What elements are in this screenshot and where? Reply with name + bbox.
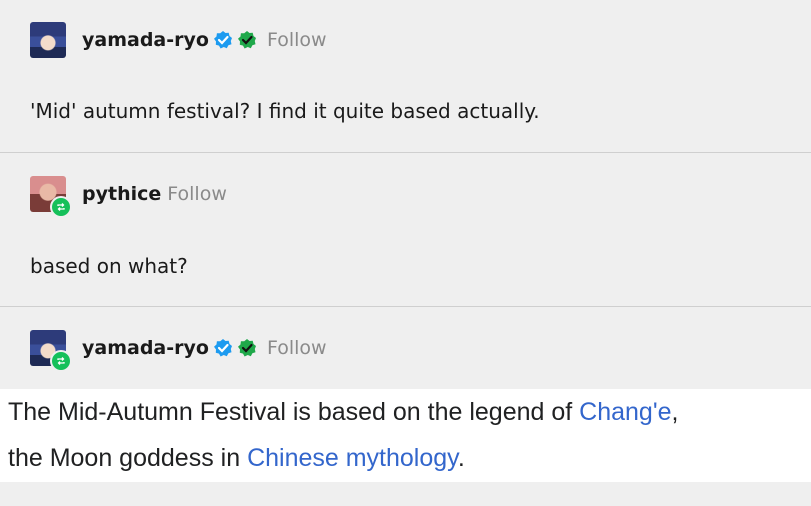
wiki-line-1: The Mid-Autumn Festival is based on the … [8, 389, 678, 435]
avatar[interactable] [30, 330, 72, 372]
blue-verified-icon [213, 31, 232, 49]
post-text: based on what? [30, 254, 188, 278]
avatar[interactable] [30, 176, 72, 218]
username[interactable]: pythice [82, 183, 161, 205]
wiki-text: . [457, 444, 465, 472]
chinese-mythology-link[interactable]: Chinese mythology [247, 444, 458, 472]
wiki-text: , [671, 398, 679, 426]
wiki-excerpt: The Mid-Autumn Festival is based on the … [0, 389, 811, 482]
changE-link[interactable]: Chang'e [579, 398, 671, 426]
avatar[interactable] [30, 22, 66, 58]
follow-button[interactable]: Follow [267, 29, 327, 51]
reblog-icon [50, 196, 72, 218]
post-text: 'Mid' autumn festival? I find it quite b… [30, 99, 540, 123]
post-header: pythice Follow [30, 175, 227, 218]
post-header: yamada-ryo Follow [30, 329, 327, 372]
divider [0, 306, 811, 307]
username[interactable]: yamada-ryo [82, 337, 209, 359]
green-verified-icon [237, 31, 256, 49]
follow-button[interactable]: Follow [167, 183, 227, 205]
reblog-icon [50, 350, 72, 372]
wiki-text: The Mid-Autumn Festival is based on the … [8, 398, 580, 426]
follow-button[interactable]: Follow [267, 337, 327, 359]
post-header: yamada-ryo Follow [30, 21, 327, 59]
username[interactable]: yamada-ryo [82, 29, 209, 51]
wiki-text: the Moon goddess in [8, 444, 248, 472]
green-verified-icon [237, 339, 256, 357]
divider [0, 152, 811, 153]
wiki-line-2: the Moon goddess in Chinese mythology. [8, 435, 465, 481]
blue-verified-icon [213, 339, 232, 357]
